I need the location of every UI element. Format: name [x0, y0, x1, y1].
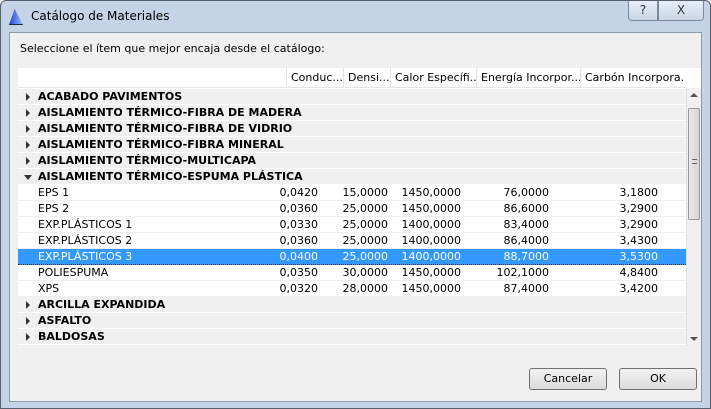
material-name: POLIESPUMA — [38, 266, 109, 279]
group-row[interactable]: ARCILLA EXPANDIDA — [18, 297, 686, 313]
cell-value: 25,0000 — [342, 234, 389, 247]
cell-value: 28,0000 — [342, 282, 389, 295]
cell-value: 83,4000 — [503, 218, 550, 231]
cell-value: 3,5300 — [619, 250, 659, 263]
cell-value: 1450,0000 — [401, 202, 462, 215]
group-label: ARCILLA EXPANDIDA — [38, 298, 166, 311]
cell-value: 86,4000 — [503, 234, 550, 247]
group-row[interactable]: AISLAMIENTO TÉRMICO-ESPUMA PLÁSTICA — [18, 169, 686, 185]
cell-value: 4,8400 — [619, 266, 659, 279]
material-row[interactable]: EXP.PLÁSTICOS 2 0,0360 25,0000 1400,0000 86,… — [18, 233, 686, 249]
cell-value: 25,0000 — [342, 250, 389, 263]
material-name: EXP.PLÁSTICOS 1 — [38, 218, 133, 231]
cell-value: 0,0420 — [279, 186, 319, 199]
close-button[interactable]: X — [658, 1, 704, 21]
cell-value: 25,0000 — [342, 218, 389, 231]
group-row[interactable] — [18, 345, 686, 346]
group-row[interactable]: AISLAMIENTO TÉRMICO-FIBRA DE MADERA — [18, 105, 686, 121]
collapsed-arrow-icon[interactable] — [26, 317, 30, 325]
cell-value: 3,4300 — [619, 234, 659, 247]
window-title: Catálogo de Materiales — [31, 9, 170, 23]
app-icon — [9, 9, 23, 25]
material-row[interactable]: EXP.PLÁSTICOS 3 0,0400 25,0000 1400,0000 88,… — [18, 249, 686, 265]
prompt-text: Seleccione el ítem que mejor encaja desd… — [20, 42, 325, 55]
group-label: AISLAMIENTO TÉRMICO-FIBRA DE MADERA — [38, 106, 302, 119]
cell-value: 1400,0000 — [401, 234, 462, 247]
group-label: AISLAMIENTO TÉRMICO-FIBRA MINERAL — [38, 138, 284, 151]
material-name: EPS 1 — [38, 186, 70, 199]
collapsed-arrow-icon[interactable] — [26, 157, 30, 165]
material-row[interactable]: EPS 1 0,0420 15,0000 1450,0000 76,0000 3,1800 — [18, 185, 686, 201]
group-label: AISLAMIENTO TÉRMICO-MULTICAPA — [38, 154, 257, 167]
group-label: ASFALTO — [38, 314, 92, 327]
cell-value: 0,0400 — [279, 250, 319, 263]
cell-value: 87,4000 — [503, 282, 550, 295]
cell-value: 88,7000 — [503, 250, 550, 263]
column-density[interactable]: Densi... — [343, 68, 390, 88]
group-row[interactable]: AISLAMIENTO TÉRMICO-MULTICAPA — [18, 153, 686, 169]
scroll-down-icon[interactable] — [690, 337, 698, 341]
collapsed-arrow-icon[interactable] — [26, 109, 30, 117]
cell-value: 3,4200 — [619, 282, 659, 295]
cell-value: 0,0330 — [279, 218, 319, 231]
scroll-thumb[interactable] — [688, 108, 700, 220]
materials-tree-list[interactable]: Conduc... Densi... Calor Específi... Ene… — [18, 68, 701, 346]
group-label: AISLAMIENTO TÉRMICO-ESPUMA PLÁSTICA — [38, 170, 303, 183]
collapsed-arrow-icon[interactable] — [26, 125, 30, 133]
material-name: XPS — [38, 282, 60, 295]
column-embodied-energy[interactable]: Energía Incorpor... — [476, 68, 580, 88]
group-label: BALDOSAS — [38, 330, 105, 343]
cell-value: 1450,0000 — [401, 186, 462, 199]
column-specific-heat[interactable]: Calor Específi... — [390, 68, 476, 88]
column-embodied-carbon[interactable]: Carbón Incorpora... — [580, 68, 684, 88]
material-row[interactable]: EPS 2 0,0360 25,0000 1450,0000 86,6000 3,2900 — [18, 201, 686, 217]
ok-button[interactable]: OK — [619, 368, 697, 390]
cell-value: 0,0360 — [279, 202, 319, 215]
group-row[interactable]: BALDOSAS — [18, 329, 686, 345]
cell-value: 3,1800 — [619, 186, 659, 199]
help-button[interactable]: ? — [628, 1, 658, 21]
cancel-button[interactable]: Cancelar — [529, 368, 607, 390]
cell-value: 0,0350 — [279, 266, 319, 279]
cell-value: 15,0000 — [342, 186, 389, 199]
scroll-up-icon[interactable] — [690, 93, 698, 97]
cell-value: 76,0000 — [503, 186, 550, 199]
column-header: Conduc... Densi... Calor Específi... Ene… — [18, 68, 686, 88]
group-label: ACABADO PAVIMENTOS — [38, 90, 183, 103]
collapsed-arrow-icon[interactable] — [26, 301, 30, 309]
group-row[interactable]: ACABADO PAVIMENTOS — [18, 89, 686, 105]
cell-value: 1400,0000 — [401, 218, 462, 231]
material-row[interactable]: EXP.PLÁSTICOS 1 0,0330 25,0000 1400,0000 83,… — [18, 217, 686, 233]
material-name: EXP.PLÁSTICOS 3 — [38, 250, 133, 263]
material-row[interactable]: POLIESPUMA 0,0350 30,0000 1450,0000 102,1000… — [18, 265, 686, 281]
group-label: AISLAMIENTO TÉRMICO-FIBRA DE VIDRIO — [38, 122, 293, 135]
cell-value: 3,2900 — [619, 218, 659, 231]
cell-value: 25,0000 — [342, 202, 389, 215]
cell-value: 1400,0000 — [401, 250, 462, 263]
collapsed-arrow-icon[interactable] — [26, 141, 30, 149]
cell-value: 30,0000 — [342, 266, 389, 279]
collapsed-arrow-icon[interactable] — [26, 333, 30, 341]
group-row[interactable]: AISLAMIENTO TÉRMICO-FIBRA DE VIDRIO — [18, 121, 686, 137]
collapsed-arrow-icon[interactable] — [26, 93, 30, 101]
cell-value: 102,1000 — [496, 266, 550, 279]
cell-value: 86,6000 — [503, 202, 550, 215]
material-name: EPS 2 — [38, 202, 70, 215]
group-row[interactable]: ASFALTO — [18, 313, 686, 329]
material-name: EXP.PLÁSTICOS 2 — [38, 234, 133, 247]
material-row[interactable]: XPS 0,0320 28,0000 1450,0000 87,4000 3,4200 — [18, 281, 686, 297]
cell-value: 1450,0000 — [401, 266, 462, 279]
cell-value: 3,2900 — [619, 202, 659, 215]
column-conductivity[interactable]: Conduc... — [286, 68, 343, 88]
vertical-scrollbar[interactable] — [686, 88, 701, 346]
group-row[interactable]: AISLAMIENTO TÉRMICO-FIBRA MINERAL — [18, 137, 686, 153]
cell-value: 0,0360 — [279, 234, 319, 247]
cell-value: 0,0320 — [279, 282, 319, 295]
expanded-arrow-icon[interactable] — [24, 175, 32, 180]
cell-value: 1450,0000 — [401, 282, 462, 295]
